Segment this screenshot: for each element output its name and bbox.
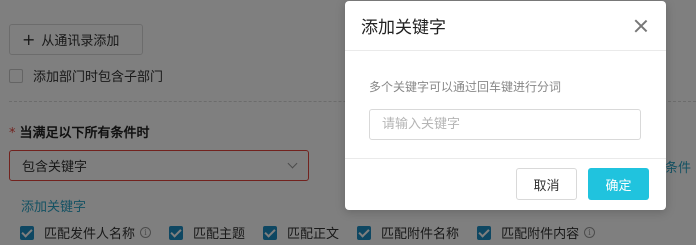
cancel-button[interactable]: 取消 [516,168,577,200]
dialog-body: 多个关键字可以通过回车键进行分词 [345,51,666,159]
dialog-footer: 取消 确定 [345,159,666,200]
add-keyword-dialog: 添加关键字 多个关键字可以通过回车键进行分词 取消 确定 [345,1,666,210]
dialog-title: 添加关键字 [361,18,446,38]
confirm-button[interactable]: 确定 [588,168,649,200]
dialog-header: 添加关键字 [345,1,666,51]
keyword-hint: 多个关键字可以通过回车键进行分词 [369,80,562,94]
close-icon[interactable] [634,19,648,33]
keyword-input[interactable] [369,109,641,140]
